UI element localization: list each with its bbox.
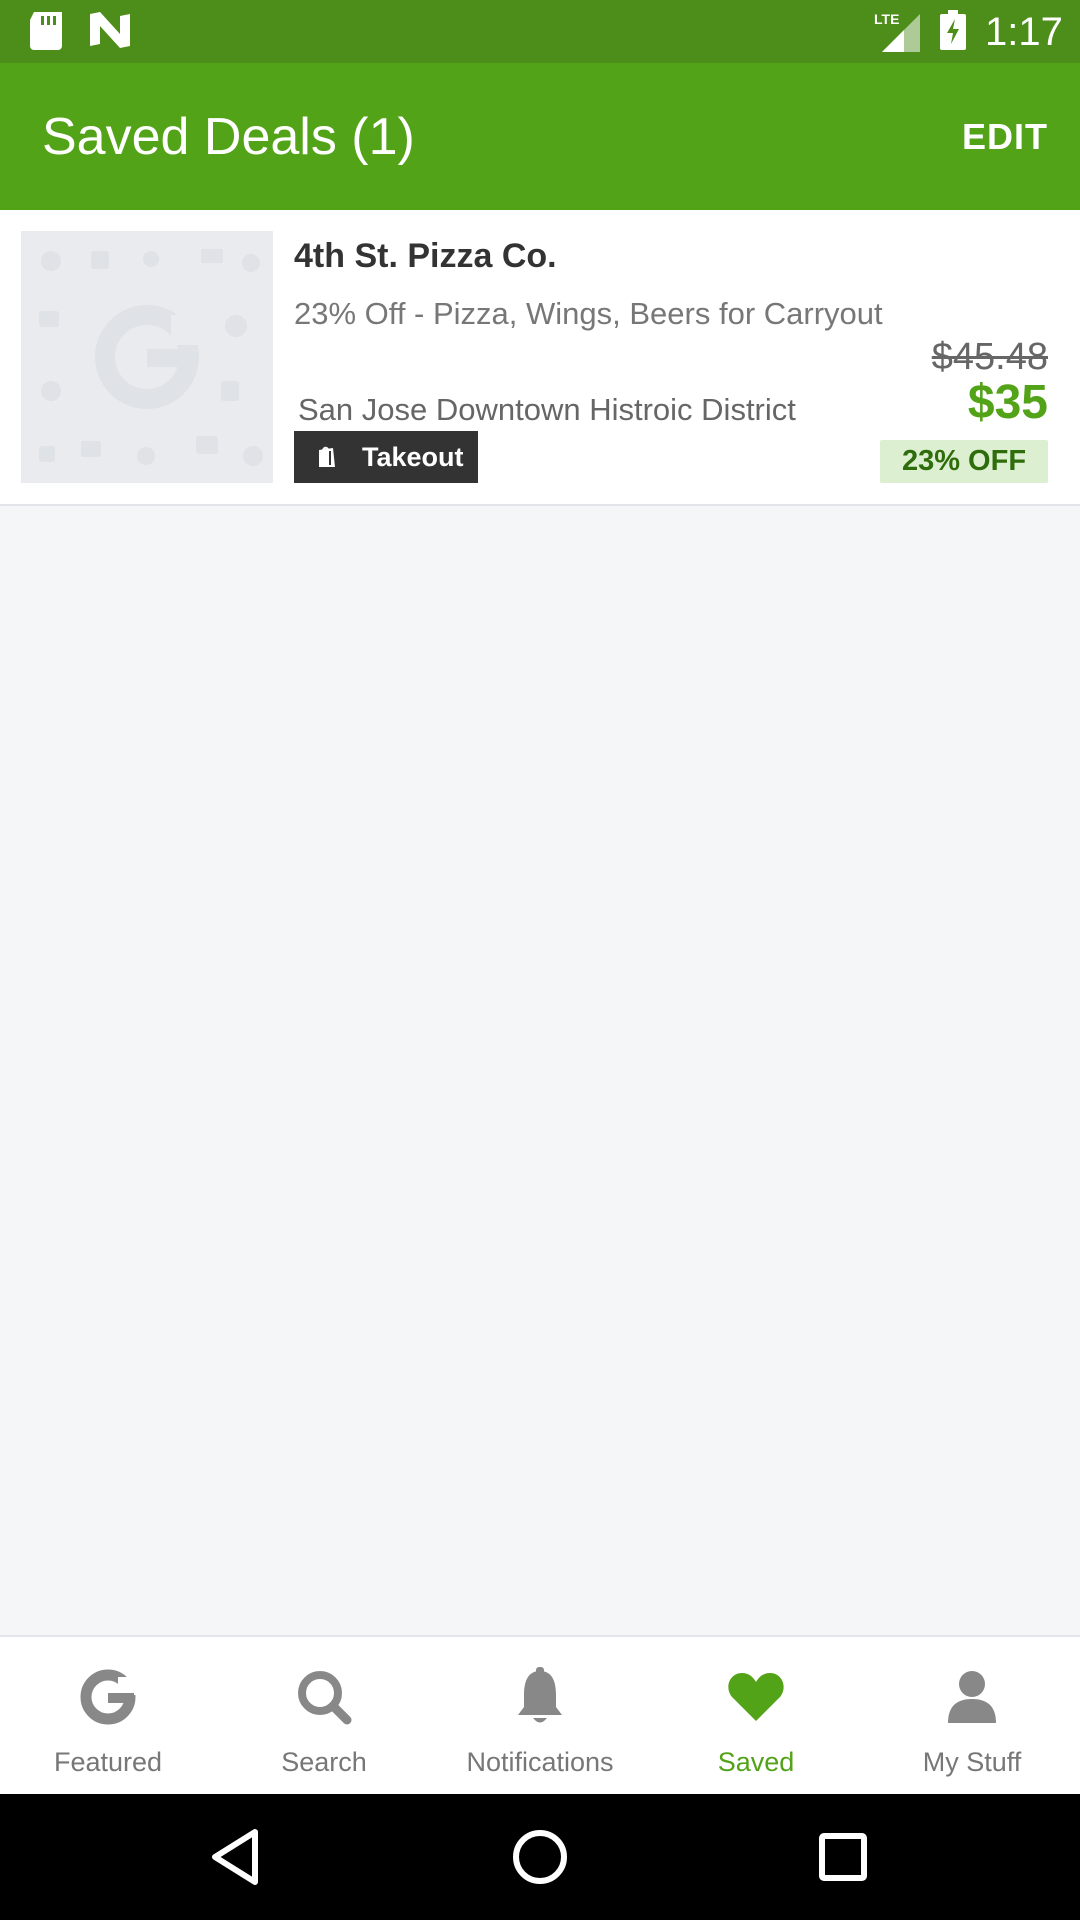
nav-item-search[interactable]: Search [216, 1637, 432, 1796]
takeout-bag-icon [319, 446, 335, 467]
nav-item-saved[interactable]: Saved [648, 1637, 864, 1796]
nav-label-saved: Saved [717, 1747, 795, 1777]
bell-icon [518, 1667, 562, 1723]
sd-card-icon [30, 12, 62, 50]
nav-item-featured[interactable]: Featured [0, 1637, 216, 1796]
takeout-label: Takeout [362, 442, 464, 472]
sale-price: $35 [967, 376, 1048, 429]
nav-label-featured: Featured [53, 1747, 163, 1777]
app-bar: Saved Deals (1) EDIT [0, 63, 1080, 210]
saved-deal-card[interactable]: 4th St. Pizza Co. 23% Off - Pizza, Wings… [0, 210, 1080, 506]
edit-button[interactable]: EDIT [962, 115, 1048, 159]
home-icon[interactable] [507, 1824, 573, 1890]
heart-icon [728, 1673, 784, 1721]
search-icon [298, 1671, 352, 1725]
deal-merchant-name: 4th St. Pizza Co. [294, 237, 557, 275]
svg-text:LTE: LTE [874, 11, 899, 27]
lte-signal-icon: LTE [874, 11, 920, 52]
n-notification-icon [90, 12, 130, 48]
status-clock: 1:17 [985, 10, 1063, 54]
battery-charging-icon [940, 10, 966, 50]
takeout-badge: Takeout [294, 431, 478, 483]
status-bar: LTE 1:17 [0, 0, 1080, 63]
recents-icon[interactable] [810, 1824, 876, 1890]
person-icon [948, 1671, 996, 1723]
discount-badge: 23% OFF [880, 440, 1048, 483]
nav-label-notifications: Notifications [466, 1747, 614, 1777]
deal-title: 23% Off - Pizza, Wings, Beers for Carryo… [294, 296, 883, 331]
nav-item-notifications[interactable]: Notifications [432, 1637, 648, 1796]
original-price: $45.48 [931, 336, 1048, 378]
back-icon[interactable] [203, 1824, 269, 1890]
nav-item-my-stuff[interactable]: My Stuff [864, 1637, 1080, 1796]
page-title: Saved Deals (1) [42, 108, 415, 166]
system-navigation-bar [0, 1794, 1080, 1920]
bottom-navigation: Featured Search Notifications Saved My S… [0, 1635, 1080, 1796]
deal-placeholder-image [21, 231, 273, 483]
nav-label-search: Search [281, 1747, 367, 1777]
groupon-g-icon [80, 1669, 138, 1725]
deal-location: San Jose Downtown Histroic District [298, 392, 796, 427]
nav-label-my-stuff: My Stuff [922, 1747, 1022, 1777]
